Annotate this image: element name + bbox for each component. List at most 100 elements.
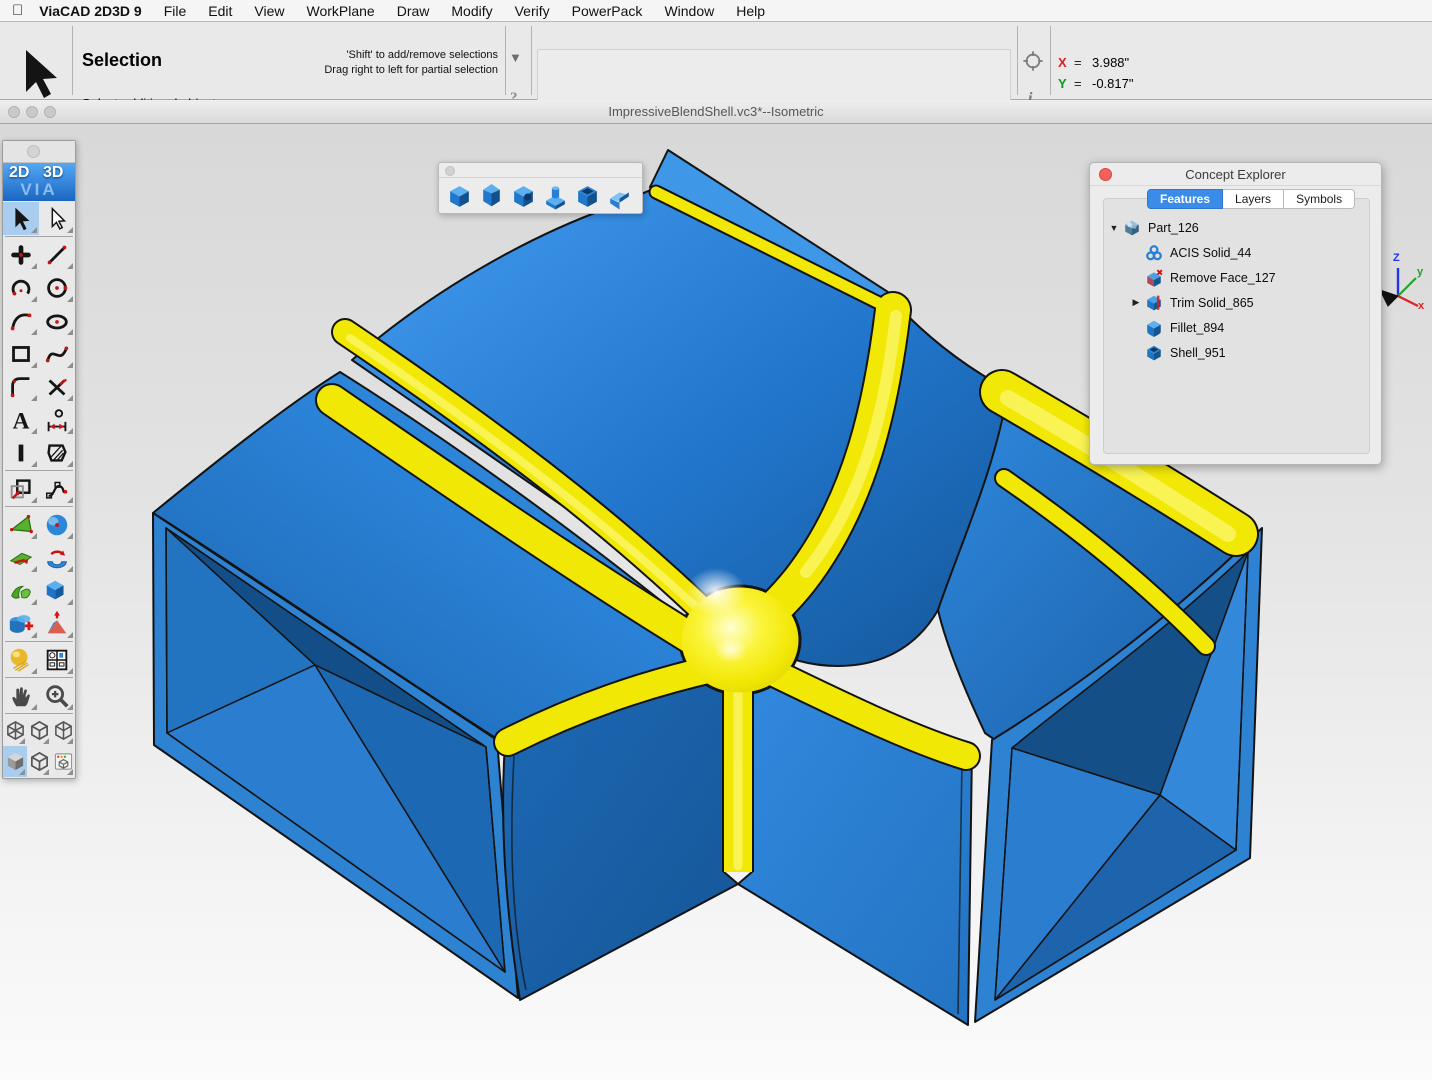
solids-toolbar-header[interactable] [439, 163, 642, 178]
tool-options-dropdown[interactable]: ▼ [509, 50, 525, 64]
menu-item-modify[interactable]: Modify [451, 3, 492, 19]
solids-tool-solid-sheet-button[interactable] [603, 181, 635, 211]
flyout-indicator [67, 738, 73, 744]
tool-wireframe-button[interactable] [27, 746, 51, 777]
tool-dimension-button[interactable] [39, 403, 75, 436]
tool-zoom-button[interactable] [39, 679, 75, 712]
solids-tool-solid-shell-button[interactable] [571, 181, 603, 211]
tool-boolean-button[interactable] [3, 607, 39, 640]
tool-text-button[interactable]: A [3, 403, 39, 436]
snap-target-icon[interactable] [1022, 50, 1044, 72]
menu-item-powerpack[interactable]: PowerPack [572, 3, 643, 19]
flyout-indicator [31, 566, 37, 572]
flyout-indicator [67, 296, 73, 302]
flyout-indicator [31, 599, 37, 605]
tool-line-button[interactable] [39, 238, 75, 271]
tool-transform-button[interactable] [3, 472, 39, 505]
concept-explorer-header[interactable]: Concept Explorer [1090, 163, 1381, 186]
tool-fillet-button[interactable] [3, 370, 39, 403]
menu-item-viacad-2d3d-9[interactable]: ViaCAD 2D3D 9 [39, 3, 141, 19]
tool-arc-button[interactable] [3, 271, 39, 304]
solids-tool-solid-stud-button[interactable] [539, 181, 571, 211]
tree-item-shell-951[interactable]: Shell_951 [1103, 340, 1370, 365]
menu-item-workplane[interactable]: WorkPlane [306, 3, 374, 19]
menu-item-edit[interactable]: Edit [208, 3, 232, 19]
tool-surface-button[interactable] [3, 508, 39, 541]
tree-item-remove-face-127[interactable]: Remove Face_127 [1103, 265, 1370, 290]
axis-z-label: Z [1393, 252, 1400, 264]
tree-item-trim-solid-865[interactable]: ▶Trim Solid_865 [1103, 290, 1370, 315]
flyout-indicator [67, 263, 73, 269]
flyout-indicator [43, 738, 49, 744]
axis-y-label: y [1417, 266, 1423, 278]
solids-tool-solid-extrude-button[interactable] [475, 181, 507, 211]
tool-hints: 'Shift' to add/remove selections Drag ri… [200, 48, 498, 78]
flyout-indicator [31, 632, 37, 638]
tool-cube-button[interactable] [39, 574, 75, 607]
solids-tool-solid-box-button[interactable] [443, 181, 475, 211]
tool-spline-button[interactable] [39, 337, 75, 370]
menu-item-file[interactable]: File [164, 3, 187, 19]
solids-toolbar-close-button[interactable] [445, 166, 455, 176]
tree-item-label: Shell_951 [1170, 346, 1226, 360]
tree-item-acis-solid-44[interactable]: ACIS Solid_44 [1103, 240, 1370, 265]
solids-toolbar-row [439, 178, 642, 211]
tool-extrude-button[interactable] [39, 607, 75, 640]
concept-explorer-panel: Concept Explorer FeaturesLayersSymbols ▼… [1089, 162, 1382, 465]
menu-item-help[interactable]: Help [736, 3, 765, 19]
viacad-app:  ViaCAD 2D3D 9 File Edit View WorkPlane Draw… [0, 0, 1432, 1080]
tool-revolve-button[interactable] [39, 541, 75, 574]
tool-thick-line-button[interactable] [3, 436, 39, 469]
tool-select-open-button[interactable] [39, 202, 75, 235]
tool-select-button[interactable] [3, 202, 39, 235]
menu-item-window[interactable]: Window [664, 3, 714, 19]
tool-edit-nodes-button[interactable] [39, 472, 75, 505]
tool-conic-button[interactable] [3, 304, 39, 337]
n-trim-solid-icon [1145, 294, 1163, 312]
menu-item-view[interactable]: View [254, 3, 284, 19]
tool-pan-button[interactable] [3, 679, 39, 712]
concept-tab-layers[interactable]: Layers [1223, 189, 1284, 209]
tool-render-button[interactable] [3, 643, 39, 676]
document-title-bar[interactable]: ImpressiveBlendShell.vc3*--Isometric [0, 100, 1432, 124]
tree-item-label: Remove Face_127 [1170, 271, 1276, 285]
n-part-icon [1123, 219, 1141, 237]
menu-item-verify[interactable]: Verify [515, 3, 550, 19]
palette-close-button[interactable] [27, 145, 40, 158]
menu-item-draw[interactable]: Draw [397, 3, 430, 19]
tool-point-button[interactable] [3, 238, 39, 271]
tree-item-fillet-894[interactable]: Fillet_894 [1103, 315, 1370, 340]
flyout-indicator [31, 296, 37, 302]
tool-shaded-button[interactable] [3, 746, 27, 777]
disclosure-triangle[interactable]: ▶ [1131, 297, 1141, 308]
tool-sphere-button[interactable] [39, 508, 75, 541]
flyout-indicator [67, 668, 73, 674]
flyout-indicator [67, 362, 73, 368]
tool-blend-button[interactable] [3, 574, 39, 607]
concept-tab-symbols[interactable]: Symbols [1284, 189, 1355, 209]
flyout-indicator [67, 704, 73, 710]
tool-render-window-button[interactable] [51, 746, 75, 777]
svg-text:A: A [13, 408, 30, 434]
concept-tab-features[interactable]: Features [1147, 189, 1223, 209]
tree-item-label: Part_126 [1148, 221, 1199, 235]
tool-ellipse-button[interactable] [39, 304, 75, 337]
solids-tool-solid-hole-button[interactable] [507, 181, 539, 211]
flyout-indicator [67, 599, 73, 605]
tool-rectangle-button[interactable] [3, 337, 39, 370]
tool-trim-button[interactable] [39, 370, 75, 403]
tool-hatch-button[interactable] [39, 436, 75, 469]
flyout-indicator [31, 533, 37, 539]
tree-item-part-126[interactable]: ▼ Part_126 [1103, 215, 1370, 240]
apple-menu-icon[interactable]:  [12, 2, 23, 19]
tool-view-wire-button[interactable] [27, 715, 51, 746]
tool-viewports-button[interactable] [39, 643, 75, 676]
tool-circle-button[interactable] [39, 271, 75, 304]
tool-deform-button[interactable] [3, 541, 39, 574]
tool-view-wire-alt-button[interactable] [51, 715, 75, 746]
concept-explorer-title: Concept Explorer [1090, 167, 1381, 182]
via-logo: VIA [3, 180, 75, 200]
disclosure-triangle[interactable]: ▼ [1109, 223, 1119, 233]
tool-palette-header[interactable] [3, 141, 75, 163]
tool-view-wire-all-button[interactable] [3, 715, 27, 746]
